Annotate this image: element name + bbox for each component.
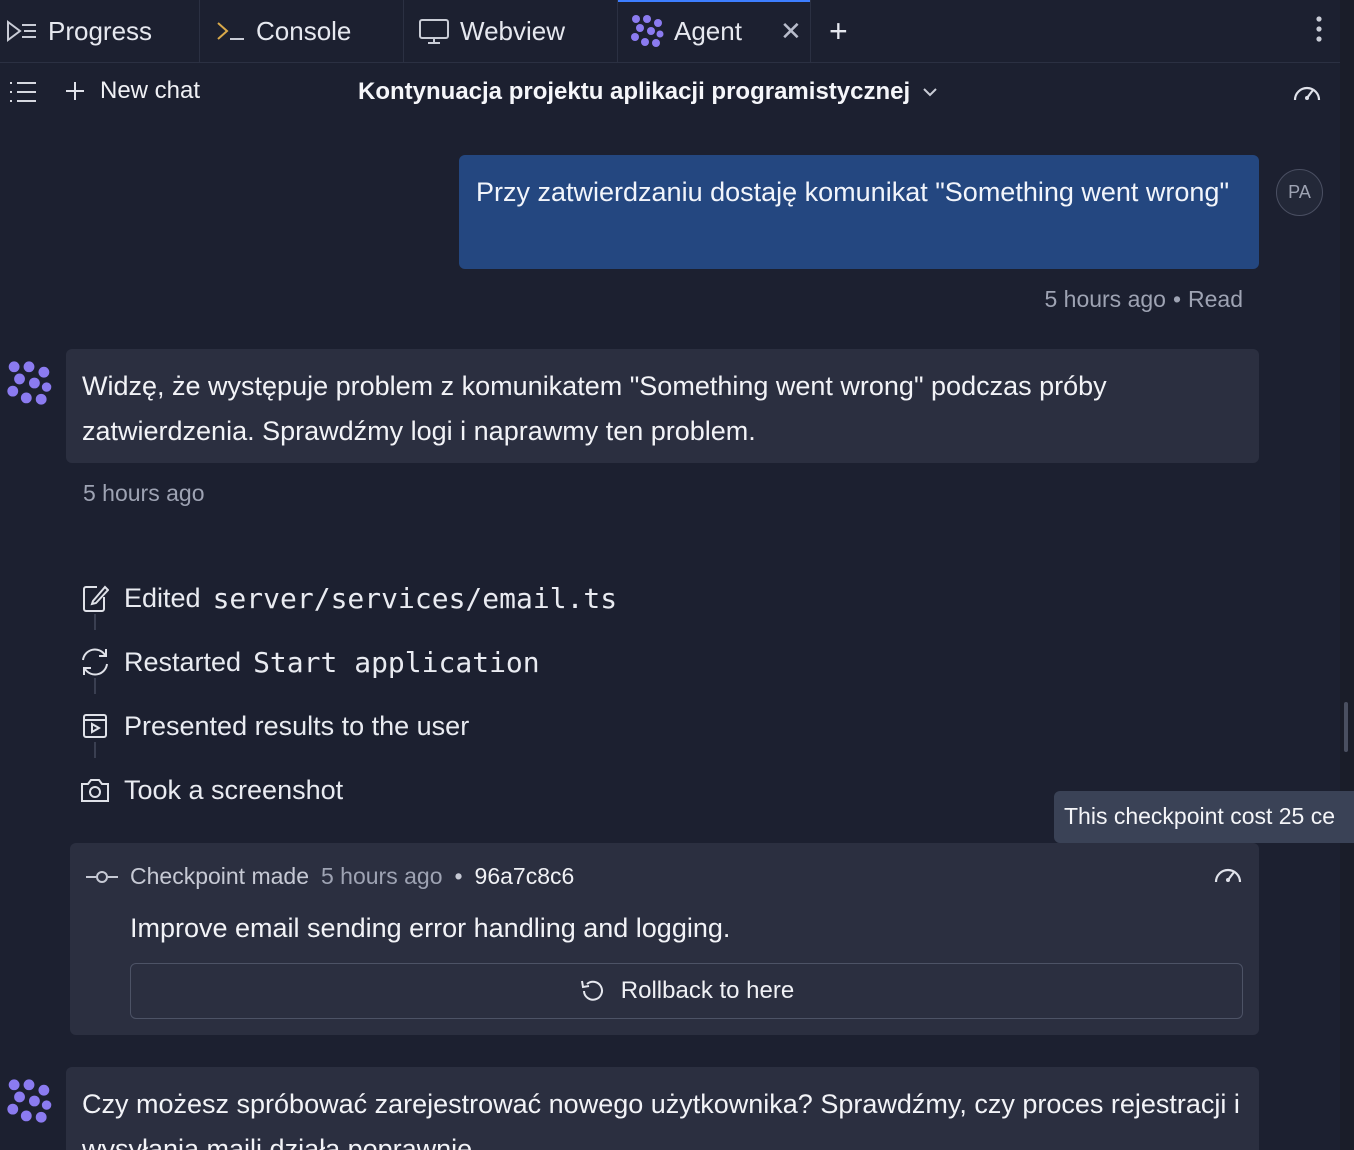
tab-bar: Progress Console Webview Agent ✕ + xyxy=(0,0,1340,63)
more-menu-icon[interactable] xyxy=(1316,14,1322,49)
chat-title: Kontynuacja projektu aplikacji programis… xyxy=(358,78,911,105)
action-target: server/services/email.ts xyxy=(212,581,618,615)
action-item-screenshot[interactable]: Took a screenshot xyxy=(78,758,617,822)
avatar[interactable]: PA xyxy=(1276,169,1323,216)
agent-message-text: Widzę, że występuje problem z komunikate… xyxy=(82,371,1107,446)
tab-webview[interactable]: Webview xyxy=(404,0,618,62)
chat-list-icon[interactable] xyxy=(8,79,38,110)
user-message-text: Przy zatwierdzaniu dostaję komunikat "So… xyxy=(476,177,1230,207)
chevron-down-icon xyxy=(923,88,937,97)
close-icon[interactable]: ✕ xyxy=(780,16,802,47)
checkpoint-cost-tooltip: This checkpoint cost 25 ce xyxy=(1054,791,1354,843)
new-chat-label: New chat xyxy=(100,77,201,104)
usage-gauge-icon[interactable] xyxy=(1213,863,1243,890)
checkpoint-label: Checkpoint made xyxy=(130,863,309,889)
undo-icon xyxy=(580,980,603,1001)
action-item-restart[interactable]: Restarted Start application xyxy=(78,630,617,694)
user-message-time: 5 hours ago xyxy=(1044,286,1166,312)
user-message-meta: 5 hours ago • Read xyxy=(1044,286,1243,313)
agent-message-bubble: Czy możesz spróbować zarejestrować noweg… xyxy=(66,1067,1259,1150)
add-tab-button[interactable]: + xyxy=(811,0,866,62)
action-verb: Took a screenshot xyxy=(124,774,344,805)
checkpoint-description: Improve email sending error handling and… xyxy=(130,913,731,943)
usage-gauge-icon[interactable] xyxy=(1292,81,1322,108)
tab-label: Agent xyxy=(674,15,742,46)
checkpoint-card: Checkpoint made 5 hours ago • 96a7c8c6 I… xyxy=(70,843,1259,1035)
separator-dot: • xyxy=(454,863,463,889)
commit-icon xyxy=(86,870,118,883)
tab-progress[interactable]: Progress xyxy=(0,0,200,62)
new-chat-button[interactable]: New chat xyxy=(64,77,200,105)
action-target: Start application xyxy=(253,645,540,679)
present-icon xyxy=(78,712,112,740)
checkpoint-hash[interactable]: 96a7c8c6 xyxy=(475,863,575,890)
tab-console[interactable]: Console xyxy=(200,0,404,62)
edit-file-icon xyxy=(78,583,112,613)
avatar-initials: PA xyxy=(1288,182,1311,202)
action-item-present[interactable]: Presented results to the user xyxy=(78,694,617,758)
agent-logo-icon xyxy=(6,1078,52,1129)
scrollbar-track[interactable] xyxy=(1340,0,1354,1150)
checkpoint-time: 5 hours ago xyxy=(321,863,443,889)
action-verb: Presented results to the user xyxy=(124,710,470,741)
monitor-icon xyxy=(418,17,450,45)
rollback-label: Rollback to here xyxy=(620,977,795,1004)
terminal-icon xyxy=(216,19,246,43)
rollback-button[interactable]: Rollback to here xyxy=(130,963,1243,1019)
plus-icon: + xyxy=(829,12,848,49)
camera-icon xyxy=(78,776,112,804)
plus-icon xyxy=(66,82,84,100)
action-verb: Restarted xyxy=(124,646,242,677)
agent-logo-icon xyxy=(6,360,52,411)
separator-dot: • xyxy=(1172,286,1182,312)
restart-icon xyxy=(78,647,112,677)
agent-message-bubble: Widzę, że występuje problem z komunikate… xyxy=(66,349,1259,463)
action-item-edit[interactable]: Edited server/services/email.ts xyxy=(78,566,617,630)
tab-label: Console xyxy=(256,15,352,46)
progress-icon xyxy=(6,18,38,44)
agent-message-time: 5 hours ago xyxy=(83,480,205,506)
user-message-bubble: Przy zatwierdzaniu dostaję komunikat "So… xyxy=(459,155,1259,269)
tab-agent[interactable]: Agent ✕ xyxy=(618,0,811,62)
chat-title-dropdown[interactable]: Kontynuacja projektu aplikacji programis… xyxy=(358,78,938,106)
agent-logo-icon xyxy=(630,14,664,48)
agent-message-text: Czy możesz spróbować zarejestrować noweg… xyxy=(82,1089,1240,1150)
tab-label: Progress xyxy=(48,15,153,46)
agent-actions-list: Edited server/services/email.ts Restarte… xyxy=(78,566,617,822)
read-status: Read xyxy=(1188,286,1243,312)
checkpoint-header: Checkpoint made 5 hours ago • 96a7c8c6 xyxy=(86,863,574,890)
action-verb: Edited xyxy=(124,582,201,613)
chat-toolbar: New chat Kontynuacja projektu aplikacji … xyxy=(0,63,1340,123)
scrollbar-thumb[interactable] xyxy=(1344,702,1348,752)
tab-label: Webview xyxy=(460,15,566,46)
